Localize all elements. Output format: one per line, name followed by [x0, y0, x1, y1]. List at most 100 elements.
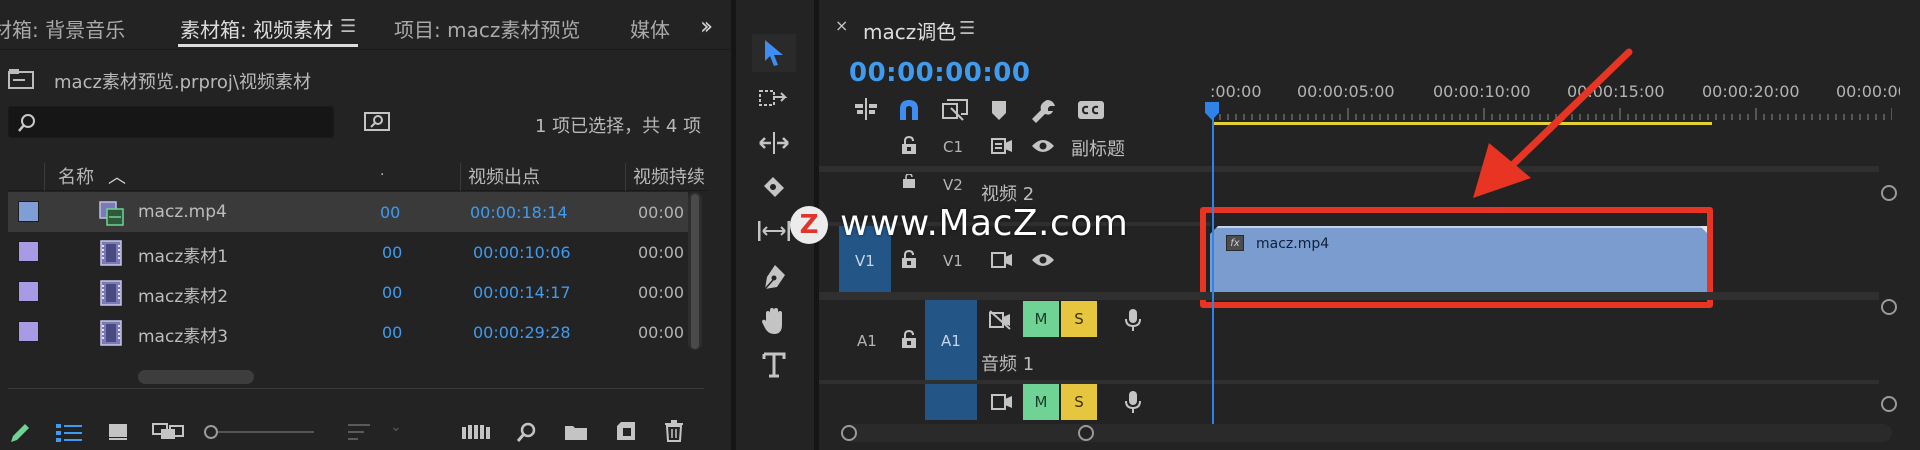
list-view-icon[interactable]	[56, 423, 82, 443]
zoom-slider-handle[interactable]	[204, 425, 218, 439]
column-video-out[interactable]: 视频出点	[468, 163, 540, 189]
source-patch-label-a1: A1	[857, 332, 877, 350]
media-in-point: 00	[382, 283, 403, 302]
lock-icon[interactable]	[901, 330, 917, 348]
list-item[interactable]: macz素材2 00 00:00:14:17 00:00	[8, 272, 688, 312]
find-icon[interactable]	[516, 421, 538, 443]
zoom-slider-track[interactable]	[218, 431, 314, 433]
timeline-settings-wrench-icon[interactable]	[1031, 98, 1057, 124]
list-item[interactable]: macz.mp4 00 00:00:18:14 00:00	[8, 192, 688, 232]
video-out-point[interactable]: 00:00:14:17	[473, 283, 571, 302]
column-video-duration[interactable]: 视频持续	[633, 163, 713, 189]
eye-icon[interactable]	[1031, 138, 1055, 154]
col-divider	[625, 163, 626, 191]
track-label-v2: V2	[943, 176, 963, 194]
sort-ascending-icon[interactable]: ︿	[108, 163, 126, 189]
active-tab-underline	[178, 44, 358, 47]
scroll-start-handle[interactable]	[841, 425, 857, 441]
panel-menu-icon[interactable]: ☰	[340, 16, 356, 37]
tab-video-assets[interactable]: 素材箱: 视频素材	[180, 14, 333, 43]
ruler-tick-label: 00:00:05:00	[1297, 82, 1395, 101]
toggle-sync-lock-icon[interactable]	[991, 138, 1013, 154]
trash-icon[interactable]	[664, 420, 684, 442]
column-truncated[interactable]: .	[380, 163, 384, 179]
tab-media[interactable]: 媒体	[630, 14, 670, 43]
tab-bg-music[interactable]: 材箱: 背景音乐	[0, 14, 125, 43]
insert-nest-icon[interactable]	[853, 98, 879, 120]
sync-lock-off-icon[interactable]	[989, 310, 1011, 330]
add-marker-icon[interactable]	[991, 100, 1007, 122]
type-icon	[762, 352, 786, 378]
video-out-point[interactable]: 00:00:29:28	[473, 323, 571, 342]
new-search-bin-icon[interactable]	[364, 110, 390, 132]
mute-track-button[interactable]: M	[1023, 384, 1059, 420]
type-tool[interactable]	[752, 346, 796, 384]
solo-track-button[interactable]: S	[1061, 301, 1097, 337]
col-divider	[44, 163, 45, 191]
sequence-tab[interactable]: macz调色	[863, 16, 956, 45]
selection-tool[interactable]	[752, 34, 796, 72]
sequence-clip-icon	[99, 201, 124, 226]
red-arrow-annotation	[1473, 48, 1633, 198]
captions-cc-icon[interactable]	[1077, 100, 1105, 120]
sort-icons-icon[interactable]	[348, 423, 370, 441]
lock-icon[interactable]	[903, 174, 915, 188]
linked-selection-icon[interactable]	[941, 98, 969, 122]
list-item[interactable]: macz素材1 00 00:00:10:06 00:00	[8, 232, 688, 272]
search-input[interactable]	[8, 106, 334, 138]
label-color-swatch[interactable]	[18, 281, 39, 302]
lock-icon[interactable]	[901, 250, 917, 268]
ripple-edit-tool[interactable]	[752, 124, 796, 162]
lock-icon[interactable]	[901, 136, 917, 154]
video-duration: 00:00	[638, 323, 685, 342]
pen-tool[interactable]	[752, 258, 796, 296]
more-tabs-icon[interactable]: ››	[700, 12, 713, 40]
vertical-zoom-handle[interactable]	[1881, 299, 1897, 315]
freeform-view-icon[interactable]	[152, 423, 184, 441]
new-bin-icon[interactable]	[564, 423, 588, 441]
watermark-logo: Z	[790, 206, 828, 244]
mute-track-button[interactable]: M	[1023, 301, 1059, 337]
new-item-icon[interactable]	[616, 421, 636, 441]
razor-tool[interactable]	[752, 168, 796, 206]
vertical-zoom-handle[interactable]	[1881, 396, 1897, 412]
label-color-swatch[interactable]	[18, 241, 39, 262]
horizontal-scrollbar-thumb[interactable]	[138, 370, 254, 384]
vertical-zoom-handle[interactable]	[1881, 185, 1897, 201]
timeline-horizontal-scrollbar[interactable]	[842, 424, 1892, 442]
video-out-point[interactable]: 00:00:10:06	[473, 243, 571, 262]
solo-track-button[interactable]: S	[1061, 384, 1097, 420]
selection-arrow-icon	[765, 40, 783, 66]
media-in-point: 00	[382, 243, 403, 262]
close-icon[interactable]: ×	[835, 16, 848, 35]
track-target-a2[interactable]	[925, 384, 977, 420]
playhead-timecode[interactable]: 00:00:00:00	[849, 58, 1030, 88]
voiceover-record-mic-icon[interactable]	[1125, 308, 1141, 332]
toggle-sync-lock-icon[interactable]	[991, 252, 1013, 268]
track-select-icon	[759, 90, 788, 106]
toggle-sync-lock-icon[interactable]	[991, 394, 1013, 410]
tab-project[interactable]: 项目: macz素材预览	[394, 14, 580, 43]
sort-dropdown-icon[interactable]: ⌄	[390, 419, 402, 435]
scroll-end-handle[interactable]	[1078, 425, 1094, 441]
voiceover-record-mic-icon[interactable]	[1125, 390, 1141, 414]
icon-view-icon[interactable]	[108, 423, 128, 441]
vertical-scrollbar-thumb[interactable]	[691, 194, 699, 349]
playhead-line[interactable]	[1212, 110, 1214, 425]
track-name-a1: 音频 1	[981, 354, 1035, 375]
hand-tool[interactable]	[752, 302, 796, 340]
slip-tool[interactable]	[752, 212, 796, 250]
list-item[interactable]: macz素材3 00 00:00:29:28 00:00	[8, 312, 688, 352]
label-color-swatch[interactable]	[18, 321, 39, 342]
automate-to-sequence-icon[interactable]	[462, 423, 490, 441]
track-select-tool[interactable]	[752, 80, 796, 118]
ruler-tick-label: :00:00	[1210, 82, 1262, 101]
pencil-icon[interactable]	[8, 421, 32, 445]
video-out-point[interactable]: 00:00:18:14	[470, 203, 568, 222]
film-clip-icon	[100, 240, 122, 266]
snap-magnet-icon[interactable]	[897, 98, 921, 122]
eye-icon[interactable]	[1031, 252, 1055, 268]
label-color-swatch[interactable]	[18, 201, 39, 222]
column-name[interactable]: 名称	[58, 163, 94, 189]
sequence-menu-icon[interactable]: ☰	[959, 18, 975, 39]
